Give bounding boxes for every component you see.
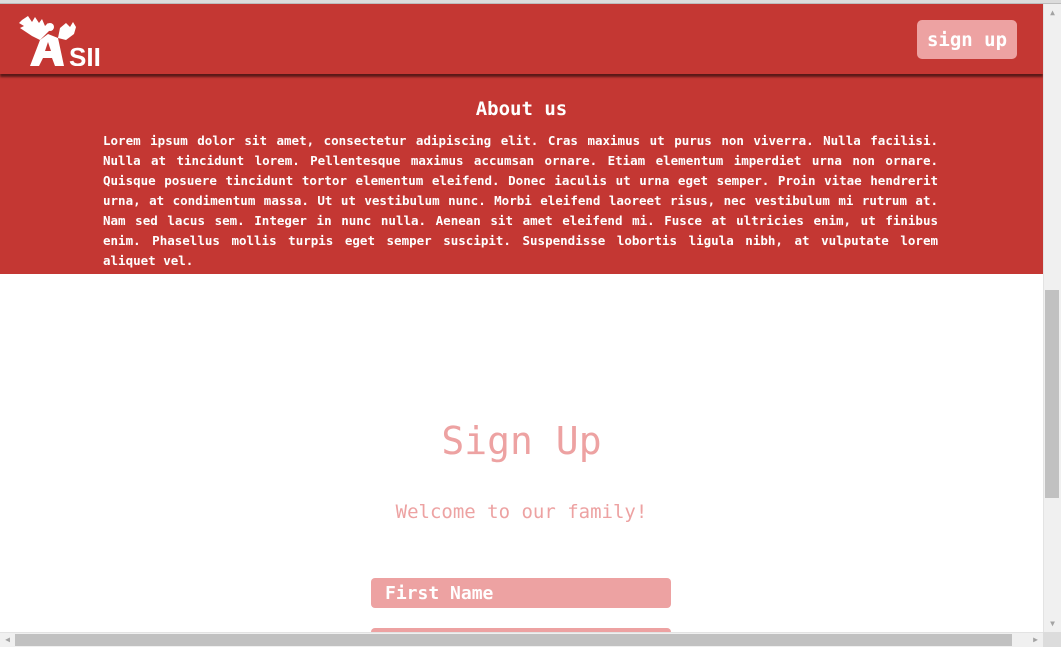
scroll-down-arrow-icon[interactable]: ▼ bbox=[1044, 615, 1061, 632]
signup-button[interactable]: sign up bbox=[917, 20, 1017, 59]
about-body: Lorem ipsum dolor sit amet, consectetur … bbox=[103, 133, 938, 268]
scroll-up-arrow-icon[interactable]: ▲ bbox=[1044, 4, 1061, 21]
about-title: About us bbox=[475, 98, 568, 120]
site-header: SII sign up bbox=[0, 4, 1043, 74]
first-name-placeholder: First Name bbox=[385, 582, 494, 604]
first-name-field[interactable]: First Name bbox=[371, 578, 671, 608]
about-section: About us Lorem ipsum dolor sit amet, con… bbox=[0, 74, 1043, 274]
horizontal-scroll-thumb[interactable] bbox=[15, 634, 1012, 646]
scroll-right-arrow-icon[interactable]: ▶ bbox=[1028, 633, 1043, 647]
vertical-scroll-thumb[interactable] bbox=[1045, 290, 1059, 498]
signup-subtitle: Welcome to our family! bbox=[395, 501, 648, 523]
logo-text: SII bbox=[69, 42, 101, 66]
scroll-left-arrow-icon[interactable]: ◀ bbox=[0, 633, 15, 647]
hands-logo-icon[interactable]: SII bbox=[18, 14, 110, 66]
page-viewport: SII sign up About us Lorem ipsum dolor s… bbox=[0, 4, 1043, 632]
vertical-scrollbar[interactable]: ▲ ▼ bbox=[1043, 4, 1061, 632]
horizontal-scrollbar[interactable]: ◀ ▶ bbox=[0, 632, 1043, 647]
scrollbar-corner bbox=[1043, 632, 1061, 647]
signup-title: Sign Up bbox=[441, 419, 602, 463]
